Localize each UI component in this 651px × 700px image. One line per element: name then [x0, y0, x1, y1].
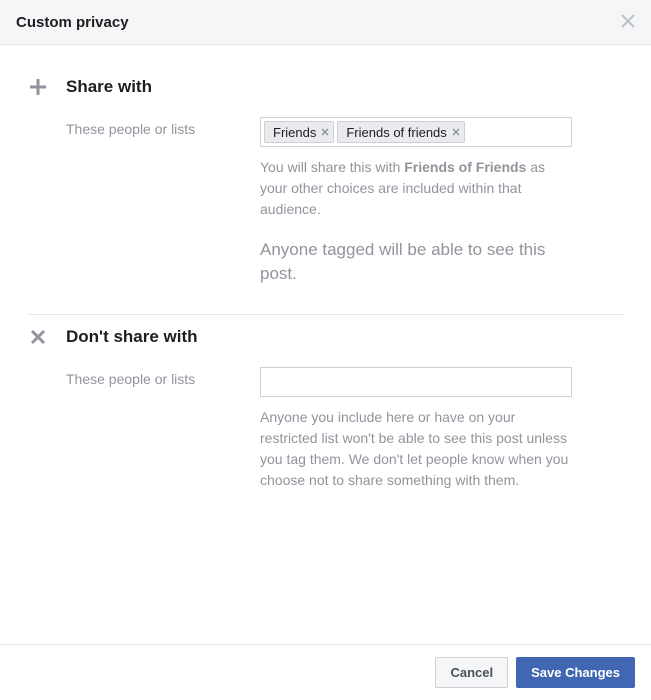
token-remove-icon[interactable] — [321, 128, 329, 136]
dont-share-input[interactable] — [260, 367, 572, 397]
dont-share-row: These people or lists Anyone you include… — [28, 367, 623, 491]
audience-token: Friends of friends — [337, 121, 464, 143]
cancel-button[interactable]: Cancel — [435, 657, 508, 688]
dont-share-help-text: Anyone you include here or have on your … — [260, 407, 572, 491]
audience-token: Friends — [264, 121, 334, 143]
dialog-footer: Cancel Save Changes — [0, 644, 651, 700]
token-remove-icon[interactable] — [452, 128, 460, 136]
section-header: Don't share with — [28, 327, 623, 347]
share-with-title: Share with — [66, 77, 152, 97]
dont-share-label: These people or lists — [28, 367, 260, 387]
share-help-text: You will share this with Friends of Frie… — [260, 157, 572, 220]
save-button[interactable]: Save Changes — [516, 657, 635, 688]
dialog-title: Custom privacy — [16, 14, 129, 31]
x-icon — [28, 327, 48, 347]
plus-icon — [28, 77, 48, 97]
share-with-label: These people or lists — [28, 117, 260, 137]
share-with-row: These people or lists Friends Friends of… — [28, 117, 623, 286]
share-with-input[interactable]: Friends Friends of friends — [260, 117, 572, 147]
dont-share-section: Don't share with These people or lists A… — [28, 315, 623, 519]
share-with-field: Friends Friends of friends You will shar… — [260, 117, 623, 286]
dont-share-title: Don't share with — [66, 327, 198, 347]
dialog-content: Share with These people or lists Friends… — [0, 45, 651, 519]
close-icon[interactable] — [621, 12, 635, 32]
dialog-header: Custom privacy — [0, 0, 651, 45]
section-header: Share with — [28, 77, 623, 97]
token-label: Friends of friends — [346, 125, 446, 140]
tagged-note: Anyone tagged will be able to see this p… — [260, 238, 572, 286]
share-with-section: Share with These people or lists Friends… — [28, 65, 623, 314]
dont-share-field: Anyone you include here or have on your … — [260, 367, 623, 491]
token-label: Friends — [273, 125, 316, 140]
